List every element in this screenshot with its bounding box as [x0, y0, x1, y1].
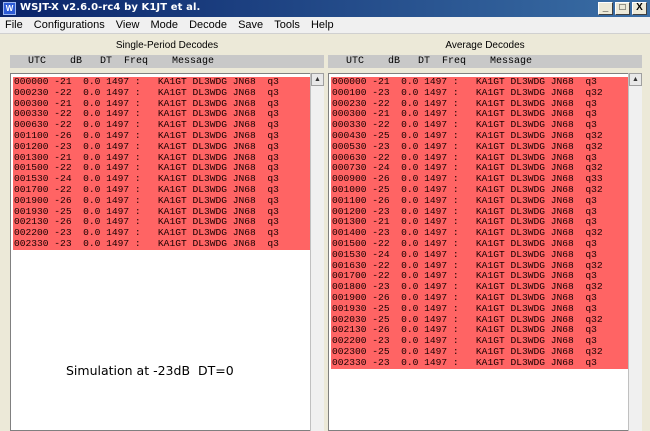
decode-row[interactable]: 001900 -26 0.0 1497 : KA1GT DL3WDG JN68 …: [13, 195, 311, 207]
right-column-header: UTC dB DT Freq Message: [328, 55, 642, 68]
menu-help[interactable]: Help: [306, 17, 337, 31]
close-button[interactable]: X: [632, 2, 647, 15]
menu-mode[interactable]: Mode: [146, 17, 182, 31]
wsjtx-app-icon[interactable]: W: [3, 2, 16, 15]
right-rows: 000000 -21 0.0 1497 : KA1GT DL3WDG JN68 …: [331, 76, 629, 369]
maximize-button[interactable]: □: [615, 2, 630, 15]
window-controls: _ □ X: [596, 2, 647, 15]
decode-row[interactable]: 000230 -22 0.0 1497 : KA1GT DL3WDG JN68 …: [13, 87, 311, 99]
single-period-decodes-list[interactable]: 000000 -21 0.0 1497 : KA1GT DL3WDG JN68 …: [10, 73, 324, 431]
decode-row[interactable]: 001530 -24 0.0 1497 : KA1GT DL3WDG JN68 …: [331, 249, 629, 261]
decode-row[interactable]: 000530 -23 0.0 1497 : KA1GT DL3WDG JN68 …: [331, 141, 629, 153]
left-column-header: UTC dB DT Freq Message: [10, 55, 324, 68]
decode-row[interactable]: 000100 -23 0.0 1497 : KA1GT DL3WDG JN68 …: [331, 87, 629, 99]
minimize-button[interactable]: _: [598, 2, 613, 15]
decode-row[interactable]: 001930 -25 0.0 1497 : KA1GT DL3WDG JN68 …: [331, 303, 629, 315]
menu-decode[interactable]: Decode: [184, 17, 230, 31]
decode-row[interactable]: 001100 -26 0.0 1497 : KA1GT DL3WDG JN68 …: [331, 195, 629, 207]
menu-save[interactable]: Save: [233, 17, 266, 31]
menu-configurations[interactable]: Configurations: [29, 17, 108, 31]
window-title: WSJT-X v2.6.0-rc4 by K1JT et al.: [20, 2, 201, 13]
scroll-up-arrow-icon[interactable]: ▲: [311, 73, 324, 86]
decode-row[interactable]: 002330 -23 0.0 1497 : KA1GT DL3WDG JN68 …: [331, 357, 629, 369]
simulation-annotation: Simulation at -23dB DT=0: [66, 363, 234, 378]
menu-view[interactable]: View: [111, 17, 143, 31]
decode-row[interactable]: 002330 -23 0.0 1497 : KA1GT DL3WDG JN68 …: [13, 238, 311, 250]
left-scrollbar[interactable]: ▲: [310, 73, 324, 431]
menu-file[interactable]: File: [0, 17, 26, 31]
right-scrollbar[interactable]: ▲: [628, 73, 642, 431]
title-bar[interactable]: W WSJT-X v2.6.0-rc4 by K1JT et al. _ □ X: [0, 0, 650, 17]
scroll-up-arrow-icon[interactable]: ▲: [629, 73, 642, 86]
average-decodes-title: Average Decodes: [445, 40, 525, 51]
menu-bar: File Configurations View Mode Decode Sav…: [0, 17, 650, 34]
single-period-decodes-title: Single-Period Decodes: [115, 40, 219, 51]
average-decodes-list[interactable]: 000000 -21 0.0 1497 : KA1GT DL3WDG JN68 …: [328, 73, 642, 431]
menu-tools[interactable]: Tools: [269, 17, 303, 31]
decode-row[interactable]: 001200 -23 0.0 1497 : KA1GT DL3WDG JN68 …: [13, 141, 311, 153]
left-rows: 000000 -21 0.0 1497 : KA1GT DL3WDG JN68 …: [13, 76, 311, 250]
